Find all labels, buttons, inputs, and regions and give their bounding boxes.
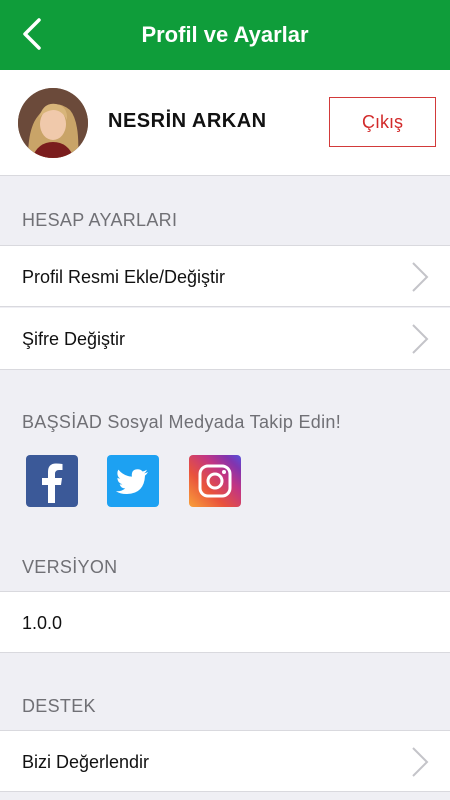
app-header: Profil ve Ayarlar [0,0,450,70]
section-header-social: BAŞSİAD Sosyal Medyada Takip Edin! [22,412,342,432]
logout-button[interactable]: Çıkış [329,97,436,147]
version-value: 1.0.0 [22,613,63,633]
page-title: Profil ve Ayarlar [141,22,309,47]
twitter-button[interactable] [107,455,159,507]
section-header-account: HESAP AYARLARI [22,210,178,230]
chevron-right-icon [412,262,429,292]
chevron-right-icon [412,747,429,777]
settings-item-label: Şifre Değiştir [22,329,126,349]
instagram-button[interactable] [189,455,241,507]
user-avatar-icon [18,88,88,158]
instagram-icon [198,464,232,498]
profile-card: NESRİN ARKAN Çıkış [0,70,450,176]
avatar[interactable] [18,88,88,158]
support-item-rate-us[interactable]: Bizi Değerlendir [0,730,450,792]
facebook-button[interactable] [26,455,78,507]
chevron-right-icon [412,324,429,354]
support-item-label: Bizi Değerlendir [22,752,150,772]
section-header-support: DESTEK [22,696,96,716]
settings-item-label: Profil Resmi Ekle/Değiştir [22,267,226,287]
section-header-version: VERSİYON [22,557,118,577]
twitter-icon [115,469,148,494]
facebook-icon [42,463,63,503]
version-row: 1.0.0 [0,591,450,653]
user-name: NESRİN ARKAN [108,110,267,132]
settings-item-change-photo[interactable]: Profil Resmi Ekle/Değiştir [0,245,450,307]
settings-item-change-password[interactable]: Şifre Değiştir [0,308,450,370]
